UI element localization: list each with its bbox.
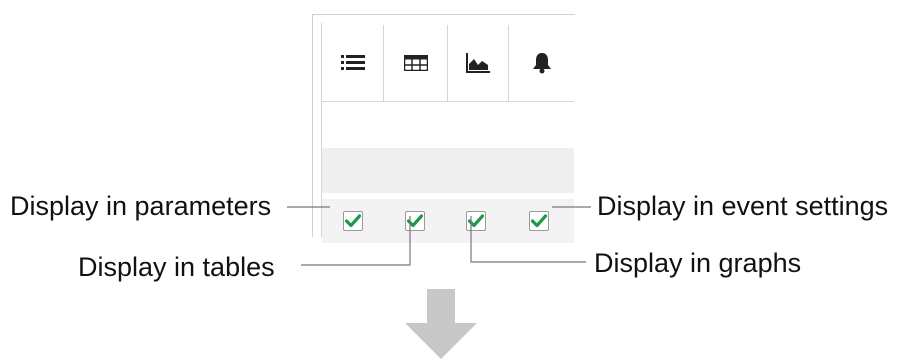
callout-event-settings: Display in event settings — [597, 191, 889, 221]
down-arrow-icon — [405, 289, 477, 359]
callout-tables: Display in tables — [78, 252, 275, 282]
callout-parameters: Display in parameters — [10, 191, 272, 221]
callout-graphs: Display in graphs — [594, 248, 802, 278]
